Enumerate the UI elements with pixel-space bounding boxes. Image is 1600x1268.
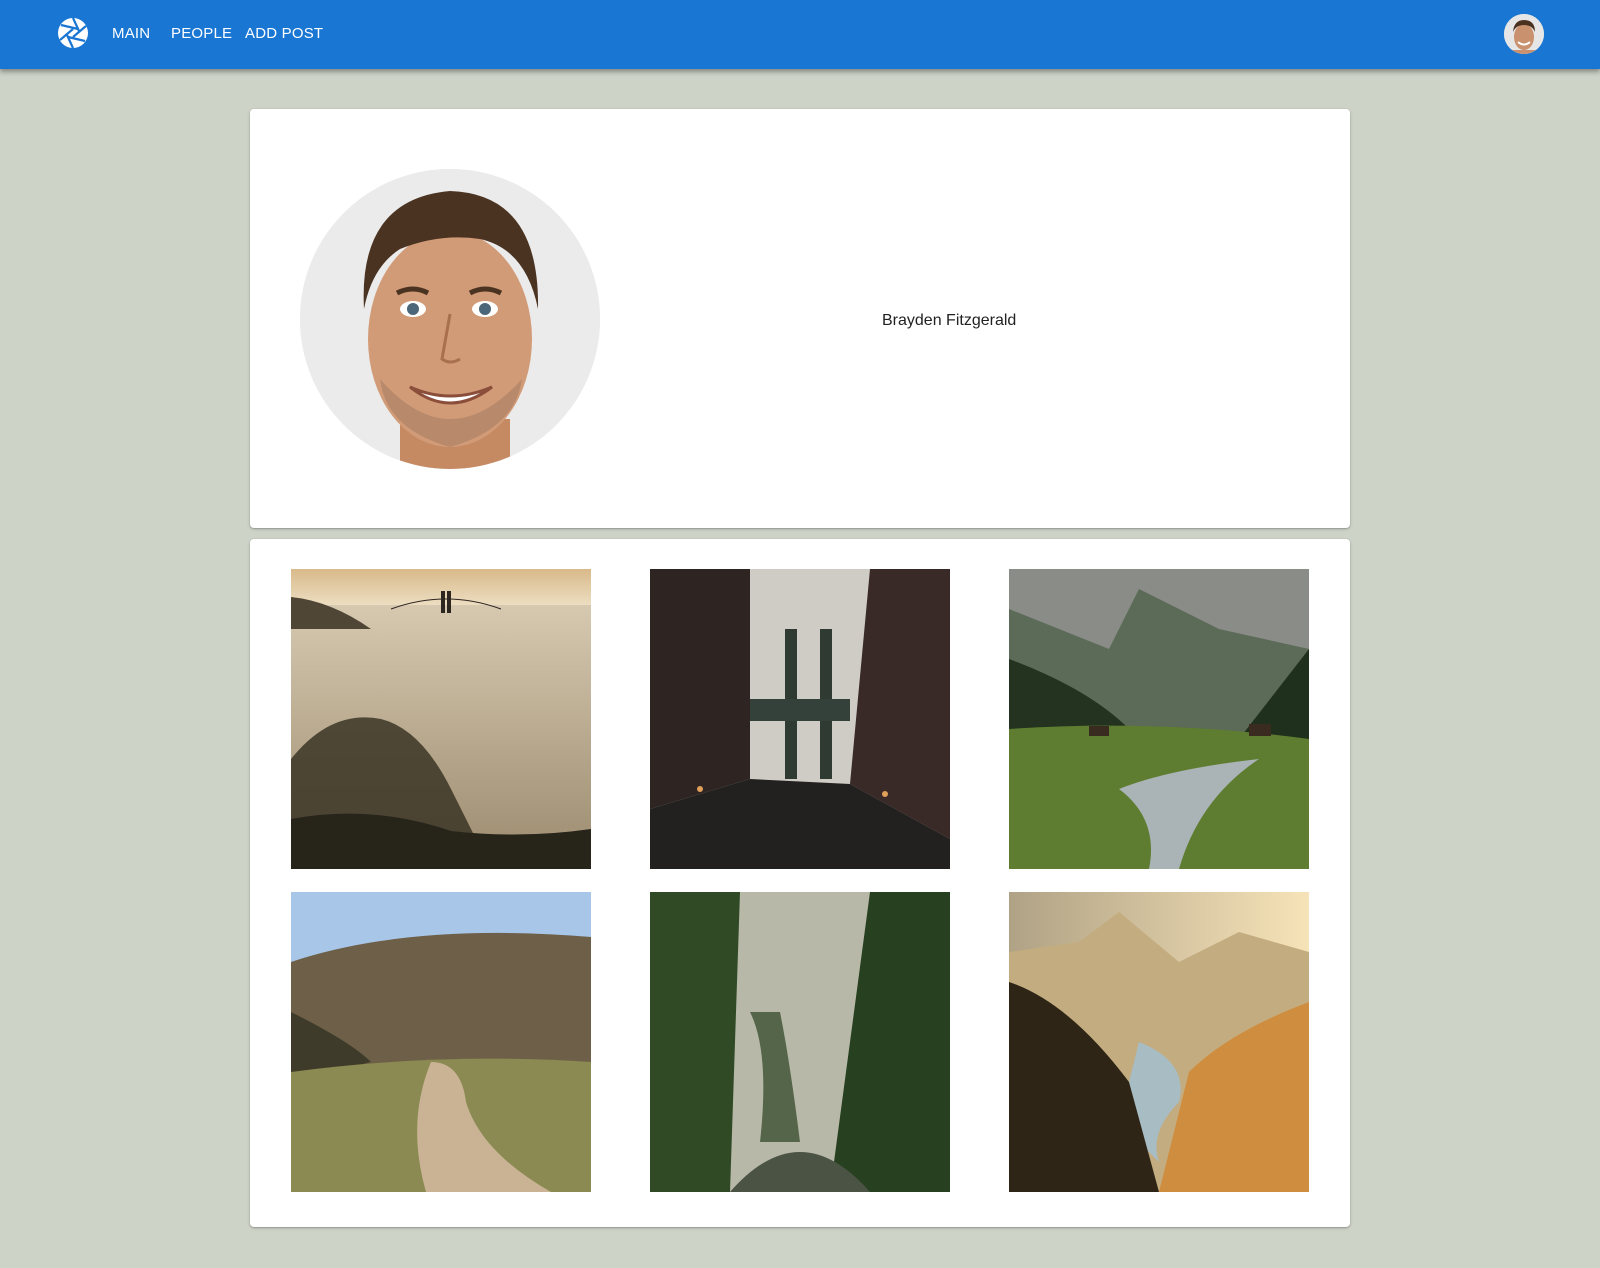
nav-people-link[interactable]: PEOPLE <box>171 25 232 43</box>
photo-sunset-mountain-lake[interactable] <box>1009 892 1309 1192</box>
top-app-bar: MAIN PEOPLE ADD POST <box>0 0 1600 69</box>
photo-city-bridge-street[interactable] <box>650 569 950 869</box>
photo-dirt-road-hill[interactable] <box>291 892 591 1192</box>
camera-aperture-icon[interactable] <box>57 17 89 49</box>
profile-card: Brayden Fitzgerald <box>250 109 1350 528</box>
nav-add-post-link[interactable]: ADD POST <box>245 25 323 43</box>
nav-main-link[interactable]: MAIN <box>112 25 150 43</box>
photo-mountain-valley-river[interactable] <box>1009 569 1309 869</box>
posts-gallery <box>250 539 1350 1227</box>
user-avatar-icon[interactable] <box>1504 14 1544 54</box>
photo-misty-forest-road[interactable] <box>650 892 950 1192</box>
photo-foggy-bridge[interactable] <box>291 569 591 869</box>
profile-name: Brayden Fitzgerald <box>882 312 1017 329</box>
profile-photo <box>300 169 600 469</box>
